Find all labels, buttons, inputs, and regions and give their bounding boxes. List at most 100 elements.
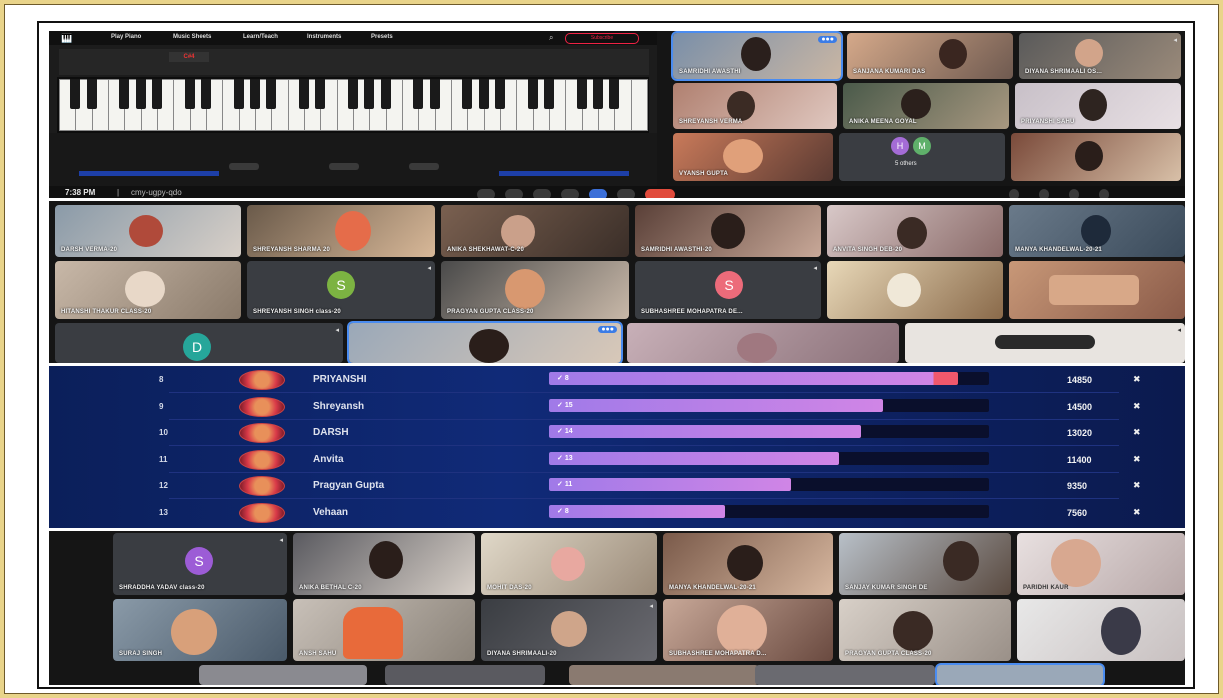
menu-music-sheets[interactable]: Music Sheets	[173, 34, 211, 40]
pin-icon[interactable]: ●●●	[818, 36, 837, 43]
participant-tile[interactable]: SANJAY KUMAR SINGH DE	[839, 533, 1011, 595]
black-key[interactable]	[544, 79, 554, 109]
app-logo[interactable]: 🎹	[61, 33, 72, 44]
pin-icon[interactable]: ◂	[1177, 326, 1181, 334]
participant-tile[interactable]: PRAGYAN GUPTA CLASS-20	[839, 599, 1011, 661]
black-key[interactable]	[266, 79, 277, 109]
participant-tile[interactable]: D ◂	[55, 323, 343, 363]
participant-tile[interactable]: ◂	[905, 323, 1185, 363]
black-key[interactable]	[201, 79, 211, 109]
search-icon[interactable]: ⌕	[549, 33, 553, 43]
others-tile[interactable]: H M 5 others	[839, 133, 1005, 181]
white-key[interactable]	[630, 79, 648, 131]
pin-icon[interactable]: ◂	[649, 602, 653, 610]
camera-icon[interactable]	[505, 189, 523, 198]
pin-icon[interactable]: ●●●	[598, 326, 617, 333]
participant-tile[interactable]	[827, 261, 1003, 319]
black-key[interactable]	[462, 79, 473, 109]
participant-tile[interactable]	[1011, 133, 1181, 181]
subscribe-button[interactable]: Subscribe	[565, 33, 639, 44]
participant-tile[interactable]	[569, 665, 759, 685]
participant-tile[interactable]	[1009, 261, 1185, 319]
participant-tile[interactable]	[627, 323, 899, 363]
participant-tile[interactable]: S ◂ SHRADDHA YADAV class-20	[113, 533, 287, 595]
participant-tile[interactable]: VYANSH GUPTA	[673, 133, 833, 181]
participant-tile[interactable]	[385, 665, 545, 685]
emoji-icon[interactable]	[561, 189, 579, 198]
participant-tile[interactable]: ◂ DIYANA SHRIMAALI-20	[481, 599, 657, 661]
black-key[interactable]	[184, 79, 195, 109]
captions-icon[interactable]	[533, 189, 551, 198]
black-key[interactable]	[119, 79, 130, 109]
footer-button[interactable]	[229, 163, 259, 170]
participant-tile[interactable]: ANIKA BETHAL C-20	[293, 533, 475, 595]
participant-tile[interactable]: ◂ DIYANA SHRIMAALI OS...	[1019, 33, 1181, 79]
participant-tile[interactable]: ANIKA MEENA GOYAL	[843, 83, 1009, 129]
mic-icon[interactable]	[477, 189, 495, 198]
black-key[interactable]	[70, 79, 81, 109]
participant-tile[interactable]	[755, 665, 935, 685]
close-icon[interactable]: ✖	[1133, 427, 1141, 438]
participant-tile[interactable]: MOHIT DAS-20	[481, 533, 657, 595]
participant-tile[interactable]: PRAGYAN GUPTA CLASS-20	[441, 261, 629, 319]
footer-button[interactable]	[329, 163, 359, 170]
participant-tile[interactable]: SANJANA KUMARI DAS	[847, 33, 1013, 79]
pin-icon[interactable]: ◂	[1173, 36, 1177, 44]
pin-icon[interactable]: ◂	[279, 536, 283, 544]
black-key[interactable]	[478, 79, 489, 109]
participant-tile[interactable]: SAMRIDHI AWASTHI-20	[635, 205, 821, 257]
participant-tile[interactable]: S ◂ SHREYANSH SINGH class-20	[247, 261, 435, 319]
participant-tile[interactable]: SUBHASHREE MOHAPATRA D...	[663, 599, 833, 661]
close-icon[interactable]: ✖	[1133, 454, 1141, 465]
footer-button[interactable]	[409, 163, 439, 170]
participant-tile[interactable]: SURAJ SINGH	[113, 599, 287, 661]
info-icon[interactable]	[1009, 189, 1019, 198]
black-key[interactable]	[593, 79, 603, 109]
black-key[interactable]	[86, 79, 97, 109]
participant-tile[interactable]: PARIDHI KAUR	[1017, 533, 1185, 595]
black-key[interactable]	[250, 79, 260, 109]
menu-presets[interactable]: Presets	[371, 34, 393, 40]
pin-icon[interactable]: ◂	[335, 326, 339, 334]
black-key[interactable]	[233, 79, 244, 109]
black-key[interactable]	[364, 79, 375, 109]
menu-play-piano[interactable]: Play Piano	[111, 34, 141, 40]
participant-tile[interactable]: S ◂ SUBHASHREE MOHAPATRA DE...	[635, 261, 821, 319]
pin-icon[interactable]: ◂	[813, 264, 817, 272]
black-key[interactable]	[348, 79, 358, 109]
close-icon[interactable]: ✖	[1133, 374, 1141, 385]
participant-tile[interactable]: MANYA KHANDELWAL-20-21	[1009, 205, 1185, 257]
pin-icon[interactable]: ◂	[427, 264, 431, 272]
participant-tile[interactable]: ●●●	[349, 323, 621, 363]
participant-tile[interactable]: MANYA KHANDELWAL-20-21	[663, 533, 833, 595]
menu-instruments[interactable]: Instruments	[307, 34, 341, 40]
black-key[interactable]	[576, 79, 587, 109]
activities-icon[interactable]	[1099, 189, 1109, 198]
close-icon[interactable]: ✖	[1133, 480, 1141, 491]
participant-tile[interactable]: SHREYANSH VERMA	[673, 83, 837, 129]
participant-tile[interactable]	[937, 665, 1103, 685]
black-key[interactable]	[495, 79, 505, 109]
chat-icon[interactable]	[1069, 189, 1079, 198]
participant-tile[interactable]: HITANSHI THAKUR CLASS-20	[55, 261, 241, 319]
black-key[interactable]	[135, 79, 146, 109]
participant-tile[interactable]: ANIKA SHEKHAWAT-C-20	[441, 205, 629, 257]
participant-tile[interactable]: ANSH SAHU	[293, 599, 475, 661]
participant-tile[interactable]: ANVITA SINGH DEB-20	[827, 205, 1003, 257]
black-key[interactable]	[527, 79, 538, 109]
black-key[interactable]	[152, 79, 162, 109]
participant-tile[interactable]	[1017, 599, 1185, 661]
participant-tile[interactable]: PRIYANSHI SAHU	[1015, 83, 1181, 129]
menu-learn-teach[interactable]: Learn/Teach	[243, 34, 278, 40]
black-key[interactable]	[315, 79, 326, 109]
black-key[interactable]	[380, 79, 391, 109]
end-call-button[interactable]	[645, 189, 675, 198]
present-icon[interactable]	[589, 189, 607, 198]
close-icon[interactable]: ✖	[1133, 401, 1141, 412]
participant-tile[interactable]: DARSH VERMA-20	[55, 205, 241, 257]
participant-tile[interactable]: ●●● SAMRIDHI AWASTHI	[673, 33, 841, 79]
more-options-icon[interactable]	[617, 189, 635, 198]
close-icon[interactable]: ✖	[1133, 507, 1141, 518]
participant-tile[interactable]	[199, 665, 367, 685]
black-key[interactable]	[609, 79, 620, 109]
